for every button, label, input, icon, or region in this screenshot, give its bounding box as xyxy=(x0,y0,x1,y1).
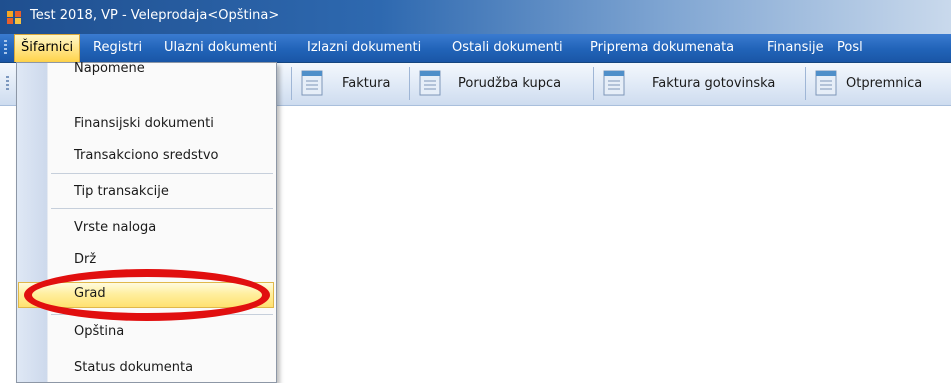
sifarnici-dropdown-menu: Napomene Finansijski dokumenti Transakci… xyxy=(16,61,277,383)
menu-item-label: Drž xyxy=(74,252,97,267)
menu-item-status-dokumenta[interactable]: Status dokumenta xyxy=(18,356,274,382)
menu-item-label: Finansijski dokumenti xyxy=(74,116,214,131)
menu-item-label: Grad xyxy=(74,286,106,301)
toolbar-button-label: Faktura xyxy=(342,76,391,91)
menu-poslovanje[interactable]: Posl xyxy=(831,34,869,62)
menu-item-grad[interactable]: Grad xyxy=(18,282,274,308)
menu-item-transakciono-sredstvo[interactable]: Transakciono sredstvo xyxy=(18,144,274,170)
toolbar-button-faktura-gotovinska[interactable]: Faktura gotovinska xyxy=(594,67,806,100)
menubar-grip[interactable] xyxy=(4,40,7,56)
toolbar-button-otpremnica[interactable]: Otpremnica xyxy=(806,67,951,100)
window-title: Test 2018, VP - Veleprodaja<Opština> xyxy=(30,8,280,23)
menu-item-label: Tip transakcije xyxy=(74,184,169,199)
menu-item-label: Status dokumenta xyxy=(74,360,194,375)
document-icon xyxy=(419,70,441,96)
menu-izlazni-dokumenti[interactable]: Izlazni dokumenti xyxy=(301,34,427,62)
menu-sifarnici[interactable]: Šifarnici xyxy=(14,34,81,62)
menu-item-vrste-naloga[interactable]: Vrste naloga xyxy=(18,216,274,242)
menu-bar: Šifarnici Registri Ulazni dokumenti Izla… xyxy=(0,34,951,63)
menu-item-label: Transakciono sredstvo xyxy=(74,148,219,163)
menu-ulazni-dokumenti[interactable]: Ulazni dokumenti xyxy=(158,34,283,62)
menu-item-finansijski-dokumenti[interactable]: Finansijski dokumenti xyxy=(18,112,274,138)
menu-item-opstina[interactable]: Opština xyxy=(18,320,274,346)
toolbar-button-label: Faktura gotovinska xyxy=(652,76,776,91)
app-icon xyxy=(7,11,21,24)
document-icon xyxy=(603,70,625,96)
toolbar-grip[interactable] xyxy=(6,76,9,92)
menu-item-drzava[interactable]: Drž xyxy=(18,248,274,274)
menu-separator xyxy=(51,173,273,174)
menu-item-napomene[interactable]: Napomene xyxy=(18,61,274,91)
menu-priprema-dokumenata[interactable]: Priprema dokumenata xyxy=(584,34,740,62)
toolbar-button-label: Porudžba kupca xyxy=(458,76,562,91)
menu-item-label: Napomene xyxy=(74,61,145,76)
menu-item-label: Vrste naloga xyxy=(74,220,157,235)
menu-item-tip-transakcije[interactable]: Tip transakcije xyxy=(18,180,274,206)
menu-item-label: Opština xyxy=(74,324,125,339)
document-icon xyxy=(815,70,837,96)
toolbar-button-faktura[interactable]: Faktura xyxy=(292,67,410,100)
toolbar-button-label: Otpremnica xyxy=(846,76,923,91)
menu-separator xyxy=(51,208,273,209)
menu-registri[interactable]: Registri xyxy=(87,34,148,62)
toolbar-button-porudzba-kupca[interactable]: Porudžba kupca xyxy=(410,67,594,100)
menu-ostali-dokumenti[interactable]: Ostali dokumenti xyxy=(446,34,569,62)
menu-finansije[interactable]: Finansije xyxy=(761,34,830,62)
menu-separator xyxy=(51,314,273,315)
document-icon xyxy=(301,70,323,96)
title-bar: Test 2018, VP - Veleprodaja<Opština> xyxy=(0,0,951,34)
